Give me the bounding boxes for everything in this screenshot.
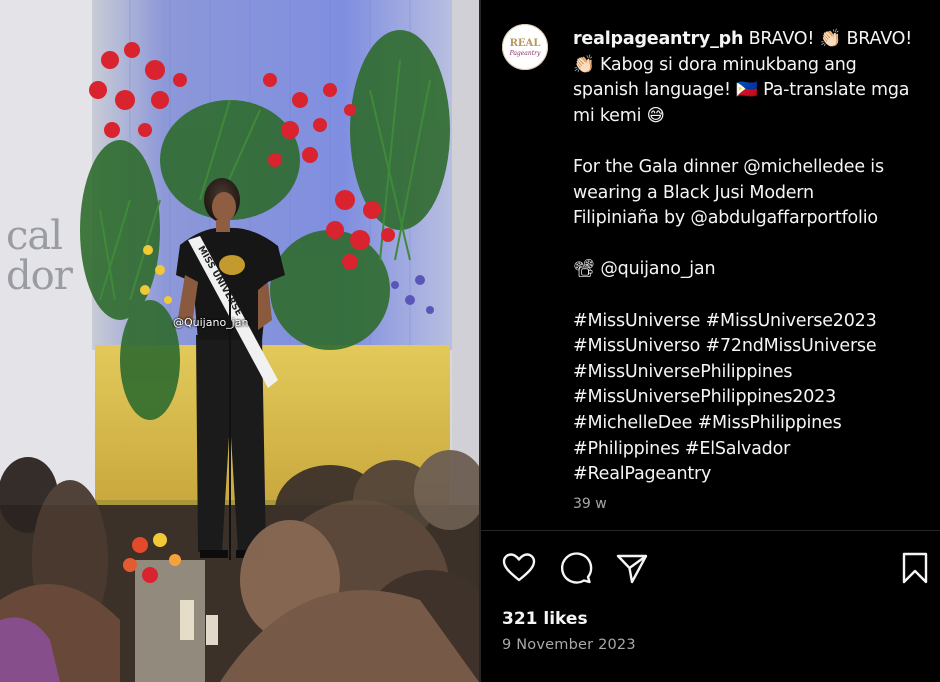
action-bar xyxy=(481,546,940,590)
post-time-ago[interactable]: 39 w xyxy=(573,496,607,512)
venue-wall-text: cal dor xyxy=(6,216,76,296)
caption-hashtags[interactable]: #MissUniversePhilippines xyxy=(573,360,923,386)
comment-button[interactable] xyxy=(557,550,593,586)
caption-line: realpageantry_ph BRAVO! 👏🏻 BRAVO! xyxy=(573,27,923,53)
caption-line: 👏🏻 Kabog si dora minukbang ang xyxy=(573,54,857,75)
caption-line: spanish language! 🇵🇭 Pa-translate mga xyxy=(573,80,910,101)
likes-count[interactable]: 321 likes xyxy=(502,609,588,629)
post-caption: realpageantry_ph BRAVO! 👏🏻 BRAVO! 👏🏻 Kab… xyxy=(573,27,923,488)
post-video-frame: MISS UNIVERSE xyxy=(0,0,479,682)
caption-text: BRAVO! 👏🏻 BRAVO! xyxy=(748,29,913,49)
post-date: 9 November 2023 xyxy=(502,637,636,653)
wall-text-line: dor xyxy=(6,253,73,299)
avatar[interactable]: REAL Pageantry xyxy=(502,24,548,70)
section-divider xyxy=(481,530,940,531)
save-button[interactable] xyxy=(897,550,933,586)
share-icon xyxy=(616,554,648,584)
wall-text-line: cal xyxy=(6,213,63,259)
comment-icon xyxy=(560,552,593,584)
caption-hashtags[interactable]: #MissUniverso #72ndMissUniverse xyxy=(573,334,923,360)
caption-line: Filipiniaña by @abdulgaffarportfolio xyxy=(573,208,878,229)
caption-credit: 📽 @quijano_jan xyxy=(573,259,716,280)
caption-hashtags[interactable]: #MissUniversePhilippines2023 xyxy=(573,385,923,411)
post-details-panel: REAL Pageantry realpageantry_ph BRAVO! 👏… xyxy=(481,0,940,682)
caption-hashtags[interactable]: #MichelleDee #MissPhilippines xyxy=(573,411,923,437)
post-media[interactable]: MISS UNIVERSE cal dor @Quijano_jan xyxy=(0,0,479,682)
video-watermark: @Quijano_jan xyxy=(173,316,249,329)
like-button[interactable] xyxy=(501,550,537,586)
heart-icon xyxy=(502,553,536,582)
caption-hashtags[interactable]: #MissUniverse #MissUniverse2023 xyxy=(573,309,923,335)
caption-line: wearing a Black Jusi Modern xyxy=(573,182,814,203)
bookmark-icon xyxy=(902,552,928,584)
caption-line: For the Gala dinner @michelledee is xyxy=(573,156,884,177)
caption-hashtags[interactable]: #Philippines #ElSalvador xyxy=(573,437,923,463)
caption-hashtags[interactable]: #RealPageantry xyxy=(573,462,923,488)
username-link[interactable]: realpageantry_ph xyxy=(573,29,743,49)
caption-line: mi kemi 😅 xyxy=(573,105,665,126)
avatar-ring xyxy=(502,24,548,70)
share-button[interactable] xyxy=(614,550,650,586)
